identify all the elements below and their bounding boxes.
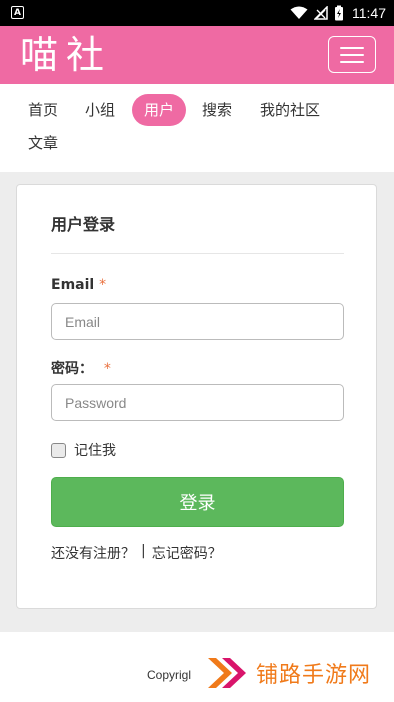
footer: Copyrigl 铺路手游网	[0, 632, 394, 702]
main-nav: 首页 小组 用户 搜索 我的社区 文章	[0, 84, 394, 172]
site-logo[interactable]: 喵社	[20, 30, 112, 80]
signal-icon	[314, 6, 328, 20]
link-separator: |	[141, 543, 146, 559]
login-card: 用户登录 Email * 密码： * 记住我 登录 还没有注册？ | 忘记密码？	[16, 184, 377, 609]
nav-item-users[interactable]: 用户	[132, 94, 187, 126]
login-title: 用户登录	[51, 215, 116, 234]
forgot-password-link[interactable]: 忘记密码？	[152, 543, 222, 563]
required-mark: *	[99, 277, 107, 293]
remember-me[interactable]: 记住我	[51, 440, 116, 460]
login-button[interactable]: 登录	[51, 477, 344, 527]
hamburger-line	[340, 53, 364, 56]
watermark: 铺路手游网	[206, 654, 371, 692]
remember-me-label: 记住我	[74, 443, 116, 459]
nav-item-articles[interactable]: 文章	[16, 127, 70, 159]
password-input[interactable]	[51, 384, 344, 421]
notification-app-icon: A	[11, 6, 24, 19]
register-link[interactable]: 还没有注册？	[51, 543, 135, 563]
nav-item-groups[interactable]: 小组	[73, 94, 127, 126]
hamburger-line	[340, 60, 364, 63]
nav-item-my-community[interactable]: 我的社区	[248, 94, 332, 126]
battery-charging-icon	[335, 5, 343, 21]
required-mark: *	[103, 361, 111, 377]
watermark-text: 铺路手游网	[256, 663, 372, 688]
password-label: 密码： *	[51, 358, 111, 378]
menu-toggle-button[interactable]	[328, 36, 376, 73]
email-label: Email *	[51, 277, 106, 293]
wifi-icon	[290, 6, 308, 19]
divider	[51, 253, 344, 254]
main-content: 用户登录 Email * 密码： * 记住我 登录 还没有注册？ | 忘记密码？	[0, 172, 394, 632]
nav-item-search[interactable]: 搜索	[190, 94, 244, 126]
clock: 11:47	[352, 5, 386, 21]
copyright-text: Copyrigl	[147, 668, 192, 682]
password-label-text: 密码：	[51, 361, 93, 377]
email-label-text: Email	[51, 277, 95, 293]
auth-links: 还没有注册？ | 忘记密码？	[51, 543, 222, 563]
status-bar: A 11:47	[0, 0, 394, 26]
status-icons: 11:47	[290, 0, 386, 26]
hamburger-menu-icon	[340, 46, 364, 49]
app-header: 喵社	[0, 26, 394, 84]
email-input[interactable]	[51, 303, 344, 340]
nav-item-home[interactable]: 首页	[16, 94, 70, 126]
watermark-logo-icon	[208, 658, 246, 688]
remember-me-checkbox[interactable]	[51, 442, 66, 458]
